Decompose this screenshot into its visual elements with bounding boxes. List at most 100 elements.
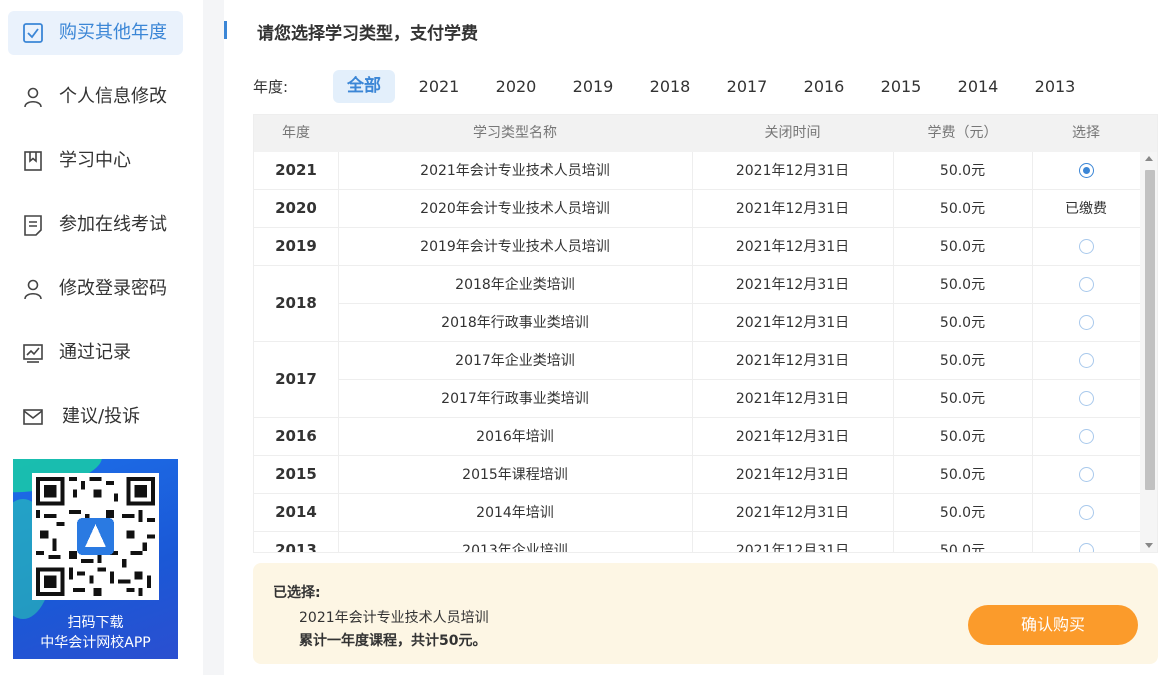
- year-tab[interactable]: 全部: [333, 70, 395, 103]
- close-time-cell: 2021年12月31日: [735, 543, 850, 553]
- summary-total: 累计一年度课程，共计50元。: [299, 633, 487, 649]
- layout-gutter: [203, 0, 224, 675]
- scroll-down-arrow-icon[interactable]: [1145, 543, 1153, 548]
- qr-code-icon: [36, 477, 155, 596]
- paid-status: 已缴费: [1065, 201, 1107, 217]
- close-time-cell: 2021年12月31日: [735, 315, 850, 331]
- year-cell: 2018: [254, 266, 338, 341]
- table-row: 2017年行政事业类培训 2021年12月31日 50.0元: [254, 380, 1140, 418]
- table-row: 2017年企业类培训 2021年12月31日 50.0元: [254, 342, 1140, 380]
- user-icon: [24, 87, 42, 108]
- fee-cell: 50.0元: [939, 543, 986, 553]
- bookmark-icon: [24, 151, 42, 171]
- table-scrollbar[interactable]: [1140, 152, 1157, 552]
- user-icon: [24, 279, 42, 300]
- table-row: 2018年企业类培训 2021年12月31日 50.0元: [254, 266, 1140, 304]
- select-cell: [1032, 380, 1140, 418]
- select-radio[interactable]: [1078, 504, 1094, 520]
- column-header: 关闭时间: [764, 125, 821, 141]
- sidebar-item-label: 购买其他年度: [59, 22, 167, 43]
- sidebar-item-pass-records[interactable]: 通过记录: [8, 331, 183, 375]
- column-header: 学费（元）: [927, 125, 998, 141]
- table-body: 2021年会计专业技术人员培训 2021年12月31日 50.0元 2020年会计专业…: [254, 152, 1140, 553]
- select-radio[interactable]: [1078, 542, 1094, 552]
- year-tab[interactable]: 2016: [792, 70, 856, 103]
- table-row: 2020年会计专业技术人员培训 2021年12月31日 50.0元 已缴费: [254, 190, 1140, 228]
- sidebar-item-label: 学习中心: [59, 150, 131, 171]
- year-tab[interactable]: 2021: [407, 70, 471, 103]
- year-tab[interactable]: 2020: [484, 70, 548, 103]
- close-time-cell: 2021年12月31日: [735, 353, 850, 369]
- select-radio[interactable]: [1078, 238, 1094, 254]
- year-tab[interactable]: 2014: [946, 70, 1010, 103]
- scrollbar-thumb[interactable]: [1145, 170, 1155, 490]
- app-download-card: 扫码下载 中华会计网校APP: [13, 459, 178, 659]
- scroll-up-arrow-icon[interactable]: [1145, 156, 1153, 161]
- column-divider: [338, 152, 339, 552]
- year-tab[interactable]: 2017: [715, 70, 779, 103]
- sidebar-item-learning-center[interactable]: 学习中心: [8, 139, 183, 183]
- table-row: 2014年培训 2021年12月31日 50.0元: [254, 494, 1140, 532]
- year-tab[interactable]: 2013: [1023, 70, 1087, 103]
- year-cell: 2016: [254, 418, 338, 455]
- mail-icon: [23, 409, 43, 425]
- course-name-cell: 2015年课程培训: [462, 467, 568, 483]
- table-header: 年度 学习类型名称 关闭时间 学费（元） 选择: [254, 115, 1157, 152]
- select-cell: [1032, 418, 1140, 456]
- year-tab[interactable]: 2019: [561, 70, 625, 103]
- table-row: 2021年会计专业技术人员培训 2021年12月31日 50.0元: [254, 152, 1140, 190]
- select-radio[interactable]: [1078, 428, 1094, 444]
- select-radio[interactable]: [1078, 276, 1094, 292]
- document-icon: [24, 215, 42, 236]
- course-name-cell: 2021年会计专业技术人员培训: [420, 163, 610, 179]
- select-radio[interactable]: [1078, 314, 1094, 330]
- year-tab[interactable]: 2018: [638, 70, 702, 103]
- sidebar-item-label: 通过记录: [59, 342, 131, 363]
- select-cell: [1032, 494, 1140, 532]
- select-radio[interactable]: [1078, 390, 1094, 406]
- fee-cell: 50.0元: [939, 201, 986, 217]
- select-cell: [1032, 456, 1140, 494]
- column-header: 年度: [282, 125, 310, 141]
- chart-icon: [23, 344, 43, 363]
- course-name-cell: 2017年企业类培训: [455, 353, 575, 369]
- sidebar-item-profile[interactable]: 个人信息修改: [8, 75, 183, 119]
- course-name-cell: 2018年企业类培训: [455, 277, 575, 293]
- close-time-cell: 2021年12月31日: [735, 429, 850, 445]
- app-promo-line2: 中华会计网校APP: [40, 635, 151, 651]
- year-cell: 2020: [254, 190, 338, 227]
- summary-heading: 已选择:: [273, 585, 321, 601]
- course-name-cell: 2019年会计专业技术人员培训: [420, 239, 610, 255]
- select-radio[interactable]: [1078, 352, 1094, 368]
- select-cell: [1032, 532, 1140, 552]
- year-tab[interactable]: 2015: [869, 70, 933, 103]
- fee-cell: 50.0元: [939, 429, 986, 445]
- fee-cell: 50.0元: [939, 277, 986, 293]
- close-time-cell: 2021年12月31日: [735, 277, 850, 293]
- column-divider: [893, 152, 894, 552]
- sidebar-item-online-exam[interactable]: 参加在线考试: [8, 203, 183, 247]
- select-cell: [1032, 266, 1140, 304]
- fee-cell: 50.0元: [939, 391, 986, 407]
- course-name-cell: 2014年培训: [476, 505, 554, 521]
- checkbox-icon: [23, 23, 43, 43]
- select-radio[interactable]: [1078, 162, 1094, 178]
- fee-cell: 50.0元: [939, 315, 986, 331]
- year-cell: 2014: [254, 494, 338, 531]
- column-divider: [1032, 152, 1033, 552]
- sidebar-item-label: 建议/投诉: [62, 406, 141, 427]
- select-radio[interactable]: [1078, 466, 1094, 482]
- year-cell: 2013: [254, 532, 338, 552]
- confirm-purchase-button[interactable]: 确认购买: [968, 605, 1138, 645]
- qr-code: [32, 473, 159, 600]
- year-filter-label: 年度:: [253, 78, 289, 96]
- sidebar-item-change-password[interactable]: 修改登录密码: [8, 267, 183, 311]
- sidebar-item-buy-other-years[interactable]: 购买其他年度: [8, 11, 183, 55]
- close-time-cell: 2021年12月31日: [735, 239, 850, 255]
- close-time-cell: 2021年12月31日: [735, 505, 850, 521]
- course-name-cell: 2017年行政事业类培训: [441, 391, 589, 407]
- page-title: 请您选择学习类型，支付学费: [257, 24, 478, 44]
- sidebar-item-feedback[interactable]: 建议/投诉: [8, 395, 183, 439]
- fee-cell: 50.0元: [939, 467, 986, 483]
- column-header: 学习类型名称: [473, 125, 557, 141]
